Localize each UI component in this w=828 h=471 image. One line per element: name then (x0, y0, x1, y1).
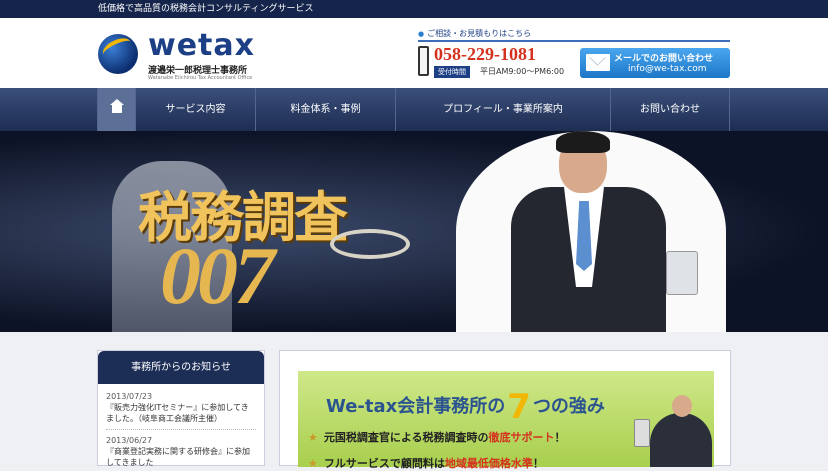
strengths-title-prefix: We-tax会計事務所の (326, 396, 506, 417)
star-icon: ★ (308, 457, 318, 470)
nav-profile[interactable]: プロフィール・事業所案内 (395, 88, 610, 131)
news-date: 2013/07/23 (106, 392, 153, 401)
top-tagline-bar: 低価格で高品質の税務会計コンサルティングサービス (0, 0, 828, 18)
strength-highlight: 徹底サポート (488, 431, 555, 444)
news-item[interactable]: 2013/07/23 『販売力強化ITセミナー』に参加してきました。（岐阜商工会… (98, 389, 264, 426)
news-divider (106, 429, 256, 430)
phone-number[interactable]: 058-229-1081 (434, 44, 536, 65)
glasses-image (330, 229, 410, 259)
hero-banner: 税務調査 007 (0, 131, 828, 332)
hero-007: 007 (160, 230, 275, 321)
strengths-title-suffix: つの強み (532, 396, 605, 417)
strength-suffix: ！ (554, 431, 566, 444)
news-panel: 事務所からのお知らせ 2013/07/23 『販売力強化ITセミナー』に参加して… (97, 350, 265, 467)
star-icon: ★ (308, 431, 318, 444)
contact-divider (418, 40, 730, 42)
person-hair (556, 131, 610, 153)
main-navigation: サービス内容 料金体系・事例 プロフィール・事業所案内 お問い合わせ (0, 88, 828, 131)
calculator-icon (666, 251, 698, 295)
mobile-phone-icon (418, 46, 429, 76)
main-content: We-tax会計事務所の7 つの強み ★ 元国税調査官による税務調査時の徹底サポート… (279, 350, 731, 470)
strength-text: 元国税調査官による税務調査時の (323, 431, 489, 444)
logo-office-en: Watanabe Eiichirou Tax Accountant Office (148, 75, 253, 81)
news-link[interactable]: 『販売力強化ITセミナー』に参加してきました。（岐阜商工会議所主催） (106, 402, 256, 424)
news-heading: 事務所からのお知らせ (98, 351, 264, 384)
mail-button-title: メールでのお問い合わせ (614, 54, 714, 64)
contact-label: ご相談・お見積もりはこちら (418, 28, 531, 39)
strength-suffix: ！ (532, 457, 544, 470)
news-date: 2013/06/27 (106, 436, 153, 445)
strengths-title: We-tax会計事務所の7 つの強み (326, 381, 605, 427)
nav-pricing[interactable]: 料金体系・事例 (255, 88, 395, 131)
phone-handset-icon (634, 419, 650, 447)
nav-contact[interactable]: お問い合わせ (610, 88, 730, 131)
site-header: wetax 渡邉栄一郎税理士事務所 Watanabe Eiichirou Tax… (0, 18, 828, 88)
nav-home[interactable] (97, 88, 135, 131)
business-hours: 平日AM9:00〜PM6:00 (480, 67, 565, 76)
strength-highlight: 地域最低価格水準 (444, 457, 533, 470)
news-link[interactable]: 『商業登記実務に関する研修会』に参加してきました (106, 446, 256, 468)
strength-item: ★ 元国税調査官による税務調査時の徹底サポート！ (308, 429, 566, 445)
mail-contact-button[interactable]: メールでのお問い合わせ info@we-tax.com (580, 48, 730, 78)
home-icon (109, 99, 124, 113)
accountant-small-photo (650, 395, 712, 467)
envelope-icon (586, 54, 610, 71)
hours-badge: 受付時間 (434, 66, 470, 78)
nav-services[interactable]: サービス内容 (135, 88, 255, 131)
strengths-banner[interactable]: We-tax会計事務所の7 つの強み ★ 元国税調査官による税務調査時の徹底サポート… (298, 371, 714, 470)
logo-icon[interactable] (98, 34, 138, 74)
strength-text: フルサービスで顧問料は (323, 457, 445, 470)
mail-address: info@we-tax.com (628, 64, 707, 74)
strength-item: ★ フルサービスで顧問料は地域最低価格水準！ (308, 455, 544, 471)
logo-wordmark[interactable]: wetax (148, 28, 255, 63)
accountant-photo (456, 131, 726, 332)
strengths-number: 7 (507, 387, 531, 427)
tagline-text: 低価格で高品質の税務会計コンサルティングサービス (98, 4, 314, 14)
news-item[interactable]: 2013/06/27 『商業登記実務に関する研修会』に参加してきました (98, 433, 264, 470)
